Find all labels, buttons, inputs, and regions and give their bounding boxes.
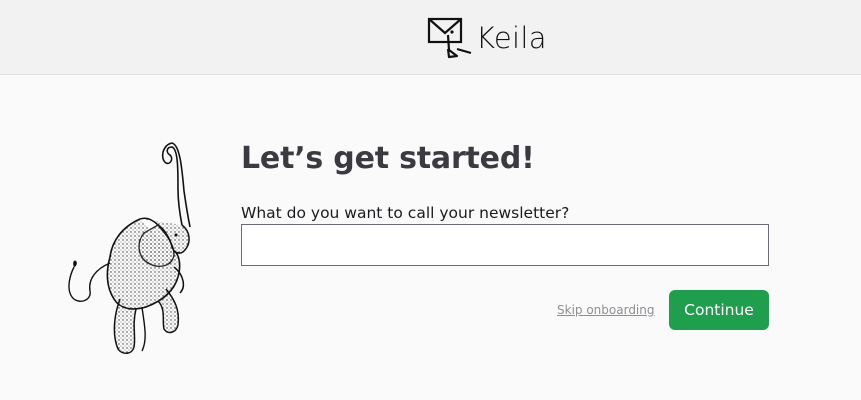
- skip-onboarding-link[interactable]: Skip onboarding: [557, 303, 655, 317]
- newsletter-name-label: What do you want to call your newsletter…: [241, 204, 570, 222]
- continue-button[interactable]: Continue: [669, 290, 769, 330]
- page-title: Let’s get started!: [241, 141, 535, 176]
- envelope-logo-icon: [427, 16, 473, 60]
- newsletter-name-input[interactable]: [241, 224, 769, 266]
- brand-name: Keila: [476, 21, 547, 55]
- elephant-illustration: [62, 139, 198, 359]
- onboarding-panel: Let’s get started! What do you want to c…: [0, 75, 861, 400]
- brand-logo[interactable]: Keila: [427, 16, 547, 60]
- top-bar: Keila: [0, 0, 861, 75]
